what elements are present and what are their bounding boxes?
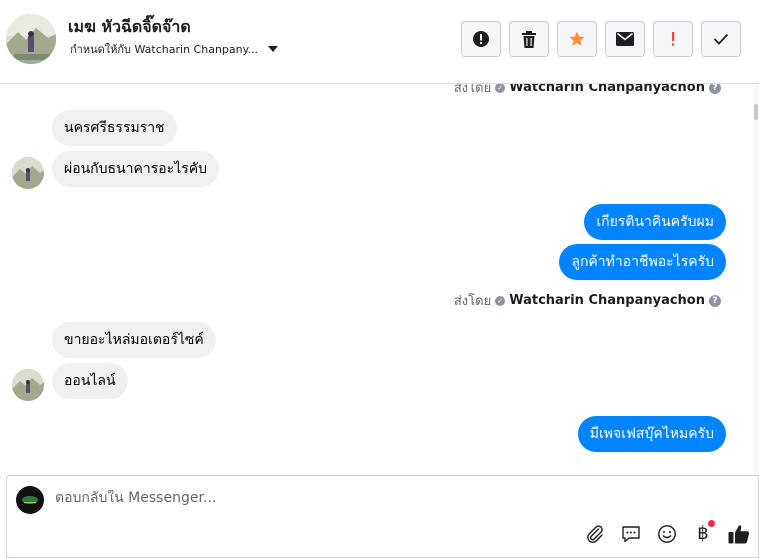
mark-unread-button[interactable] [605,21,645,57]
envelope-icon [616,32,634,46]
composer-tools: ฿ [583,520,751,546]
saved-reply-button[interactable] [619,522,643,546]
sent-by-prefix: ส่งโดย [453,294,492,309]
outgoing-message[interactable]: มีเพจเฟสบุ๊คไหมครับ [577,416,726,452]
thread-scrollbar-thumb[interactable] [754,104,758,120]
reply-composer: ฿ [6,475,759,558]
payment-button[interactable]: ฿ [691,520,715,546]
emoji-icon [658,525,676,543]
like-button[interactable] [727,522,751,546]
incoming-message[interactable]: ผ่อนกับธนาคารอะไรคับ [52,151,220,187]
caret-down-icon [268,46,279,52]
outgoing-message[interactable]: ลูกค้าทำอาชีพอะไรครับ [559,244,726,280]
help-icon[interactable]: ? [709,294,721,307]
paperclip-icon [587,525,603,543]
contact-avatar[interactable] [6,14,56,64]
thread-scrollbar[interactable] [753,84,759,474]
assigned-to-label: กำหนดให้กับ Watcharin Chanpany... [70,43,259,56]
sent-by-prefix: ส่งโดย [453,84,492,96]
reply-input[interactable] [55,490,555,506]
outgoing-message[interactable]: เกียรตินาคินครับผม [584,204,726,240]
help-icon[interactable]: ? [709,84,721,94]
exclamation-icon [672,32,675,46]
trash-icon [522,30,536,48]
assign-dropdown[interactable]: กำหนดให้กับ Watcharin Chanpany... [70,40,279,58]
check-circle-icon: ✓ [495,84,506,93]
contact-avatar-small [12,369,44,401]
sent-by-agent: Watcharin Chanpanyachon [509,293,705,308]
sent-by-agent: Watcharin Chanpanyachon [509,84,705,95]
sent-by-line: ส่งโดย ✓ Watcharin Chanpanyachon ? [454,84,721,98]
emoji-button[interactable] [655,522,679,546]
notification-dot [708,520,715,527]
conversation-header: เมฆ หัวฉีดจิ๊ดจ๊าด กำหนดให้กับ Watcharin… [0,0,759,84]
report-button[interactable] [461,21,501,57]
incoming-message[interactable]: ขายอะไหล่มอเตอร์ไซค์ [52,322,216,358]
incoming-message[interactable]: นครศรีธรรมราช [52,110,177,146]
conversation-actions [461,21,741,57]
page-avatar [16,486,44,514]
contact-avatar-small [12,157,44,189]
star-icon [569,31,585,46]
sent-by-line: ส่งโดย ✓ Watcharin Chanpanyachon ? [454,290,721,311]
message-thread[interactable]: ส่งโดย ✓ Watcharin Chanpanyachon ? นครศร… [0,84,753,474]
saved-reply-icon [622,526,640,543]
follow-up-button[interactable] [653,21,693,57]
star-button[interactable] [557,21,597,57]
baht-payment-icon: ฿ [697,523,709,544]
exclamation-circle-icon [473,31,489,47]
incoming-message[interactable]: ออนไลน์ [52,363,128,399]
attach-button[interactable] [583,522,607,546]
check-icon [713,33,729,45]
delete-button[interactable] [509,21,549,57]
like-icon [728,525,750,544]
mark-done-button[interactable] [701,21,741,57]
contact-name: เมฆ หัวฉีดจิ๊ดจ๊าด [68,17,191,36]
check-circle-icon: ✓ [495,295,506,306]
